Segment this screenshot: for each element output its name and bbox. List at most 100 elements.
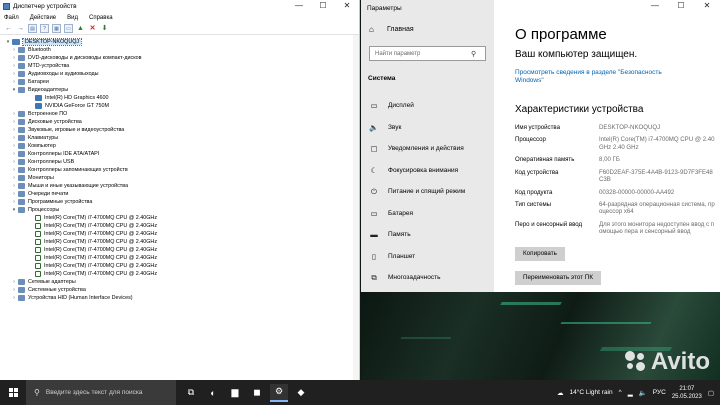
tree-node[interactable]: ▾ Процессоры	[0, 206, 359, 214]
tree-node[interactable]: › Мыши и иные указывающие устройства	[0, 182, 359, 190]
minimize-button[interactable]: —	[287, 0, 311, 12]
tree-node[interactable]: Intel(R) Core(TM) i7-4700MQ CPU @ 2.40GH…	[0, 262, 359, 270]
tree-node[interactable]: ▾ Видеоадаптеры	[0, 86, 359, 94]
expanded-chevron-icon[interactable]: ▾	[4, 39, 12, 45]
tree-node[interactable]: › DVD-дисководы и дисководы компакт-диско…	[0, 54, 359, 62]
uninstall-icon[interactable]: ✕	[88, 24, 97, 33]
collapsed-chevron-icon[interactable]: ›	[10, 295, 18, 301]
tree-node[interactable]: Intel(R) Core(TM) i7-4700MQ CPU @ 2.40GH…	[0, 270, 359, 278]
tree-node[interactable]: Intel(R) Core(TM) i7-4700MQ CPU @ 2.40GH…	[0, 222, 359, 230]
nav-item[interactable]: ⧉ Многозадачность	[361, 267, 494, 289]
collapsed-chevron-icon[interactable]: ›	[10, 63, 18, 69]
tree-node[interactable]: › Клавиатуры	[0, 134, 359, 142]
tree-node[interactable]: › Сетевые адаптеры	[0, 278, 359, 286]
weather-icon[interactable]: ☁	[557, 389, 564, 397]
enable-device-icon[interactable]: ⬇	[100, 24, 109, 33]
store-icon[interactable]: ◼	[248, 384, 266, 402]
tree-node[interactable]: Intel(R) Core(TM) i7-4700MQ CPU @ 2.40GH…	[0, 246, 359, 254]
nav-item[interactable]: ▬ Память	[361, 224, 494, 246]
network-icon[interactable]: ▂	[628, 389, 633, 397]
copy-button[interactable]: Копировать	[515, 246, 565, 261]
app-icon[interactable]: ◆	[292, 384, 310, 402]
vertical-scrollbar[interactable]	[353, 35, 359, 380]
menu-file[interactable]: Файл	[4, 15, 19, 21]
close-button[interactable]: ✕	[335, 0, 359, 12]
taskbar-search[interactable]: ⚲ Введите здесь текст для поиска	[26, 380, 176, 405]
nav-item[interactable]: 🔈 Звук	[361, 117, 494, 139]
nav-home[interactable]: ⌂ Главная	[361, 20, 494, 38]
collapsed-chevron-icon[interactable]: ›	[10, 71, 18, 77]
expanded-chevron-icon[interactable]: ▾	[10, 207, 18, 213]
monitor-icon[interactable]: ▭	[64, 24, 73, 33]
settings-minimize-button[interactable]: —	[642, 0, 668, 12]
menu-action[interactable]: Действие	[30, 15, 56, 21]
security-link[interactable]: Просмотреть сведения в разделе "Безопасн…	[515, 69, 665, 85]
tree-node[interactable]: Intel(R) HD Graphics 4600	[0, 94, 359, 102]
tree-node[interactable]: Intel(R) Core(TM) i7-4700MQ CPU @ 2.40GH…	[0, 230, 359, 238]
collapsed-chevron-icon[interactable]: ›	[10, 287, 18, 293]
scan-hardware-icon[interactable]: ▦	[52, 24, 61, 33]
collapsed-chevron-icon[interactable]: ›	[10, 183, 18, 189]
settings-maximize-button[interactable]: ☐	[668, 0, 694, 12]
collapsed-chevron-icon[interactable]: ›	[10, 111, 18, 117]
language-indicator[interactable]: РУС	[653, 389, 666, 396]
tree-node[interactable]: › Встроенное ПО	[0, 110, 359, 118]
weather-text[interactable]: 14°C Light rain	[570, 389, 613, 396]
tree-node[interactable]: ▾ DESKTOP-NKOQUQJ	[0, 38, 359, 46]
tree-node[interactable]: › Батареи	[0, 78, 359, 86]
tree-node[interactable]: › Устройства HID (Human Interface Devices…	[0, 294, 359, 302]
collapsed-chevron-icon[interactable]: ›	[10, 135, 18, 141]
back-arrow-icon[interactable]: ←	[4, 24, 13, 33]
collapsed-chevron-icon[interactable]: ›	[10, 167, 18, 173]
menu-view[interactable]: Вид	[67, 15, 78, 21]
menu-help[interactable]: Справка	[89, 15, 113, 21]
tree-node[interactable]: › Программные устройства	[0, 198, 359, 206]
collapsed-chevron-icon[interactable]: ›	[10, 47, 18, 53]
nav-item[interactable]: ▢ Уведомления и действия	[361, 138, 494, 160]
maximize-button[interactable]: ☐	[311, 0, 335, 12]
tree-node[interactable]: Intel(R) Core(TM) i7-4700MQ CPU @ 2.40GH…	[0, 214, 359, 222]
file-explorer-icon[interactable]: ▆	[226, 384, 244, 402]
help-icon[interactable]: ?	[40, 24, 49, 33]
collapsed-chevron-icon[interactable]: ›	[10, 191, 18, 197]
settings-icon[interactable]: ⚙	[270, 383, 288, 402]
settings-close-button[interactable]: ✕	[694, 0, 720, 12]
collapsed-chevron-icon[interactable]: ›	[10, 159, 18, 165]
tree-node[interactable]: › Дисковые устройства	[0, 118, 359, 126]
collapsed-chevron-icon[interactable]: ›	[10, 279, 18, 285]
tree-node[interactable]: › Контроллеры IDE ATA/ATAPI	[0, 150, 359, 158]
tree-node[interactable]: › Контроллеры USB	[0, 158, 359, 166]
nav-item[interactable]: ⏻ Питание и спящий режим	[361, 181, 494, 203]
tree-node[interactable]: › Аудиовходы и аудиовыходы	[0, 70, 359, 78]
tree-node[interactable]: › Bluetooth	[0, 46, 359, 54]
tree-node[interactable]: Intel(R) Core(TM) i7-4700MQ CPU @ 2.40GH…	[0, 238, 359, 246]
nav-item[interactable]: ☾ Фокусировка внимания	[361, 160, 494, 182]
collapsed-chevron-icon[interactable]: ›	[10, 151, 18, 157]
update-driver-icon[interactable]: ▲	[76, 24, 85, 33]
start-button[interactable]	[0, 380, 26, 405]
collapsed-chevron-icon[interactable]: ›	[10, 143, 18, 149]
tree-node[interactable]: › Очереди печати	[0, 190, 359, 198]
clock[interactable]: 21:07 25.05.2023	[672, 385, 702, 401]
forward-arrow-icon[interactable]: →	[16, 24, 25, 33]
tree-node[interactable]: › Системные устройства	[0, 286, 359, 294]
task-view-icon[interactable]: ⧉	[182, 384, 200, 402]
collapsed-chevron-icon[interactable]: ›	[10, 119, 18, 125]
rename-pc-button[interactable]: Переименовать этот ПК	[515, 270, 601, 285]
nav-item[interactable]: ▯ Планшет	[361, 246, 494, 268]
notifications-icon[interactable]: ▢	[708, 389, 714, 397]
nav-item[interactable]: ▭ Батарея	[361, 203, 494, 225]
tree-node[interactable]: › Компьютер	[0, 142, 359, 150]
properties-icon[interactable]: ▤	[28, 24, 37, 33]
tree-node[interactable]: NVIDIA GeForce GT 750M	[0, 102, 359, 110]
collapsed-chevron-icon[interactable]: ›	[10, 127, 18, 133]
tree-node[interactable]: › Звуковые, игровые и видеоустройства	[0, 126, 359, 134]
expanded-chevron-icon[interactable]: ▾	[10, 87, 18, 93]
collapsed-chevron-icon[interactable]: ›	[10, 79, 18, 85]
nav-item[interactable]: ▭ Дисплей	[361, 95, 494, 117]
collapsed-chevron-icon[interactable]: ›	[10, 175, 18, 181]
tree-node[interactable]: › MTD-устройства	[0, 62, 359, 70]
edge-icon[interactable]: ◐	[204, 384, 222, 402]
volume-icon[interactable]: 🔈	[639, 389, 647, 397]
tray-chevron-icon[interactable]: ^	[619, 389, 622, 396]
